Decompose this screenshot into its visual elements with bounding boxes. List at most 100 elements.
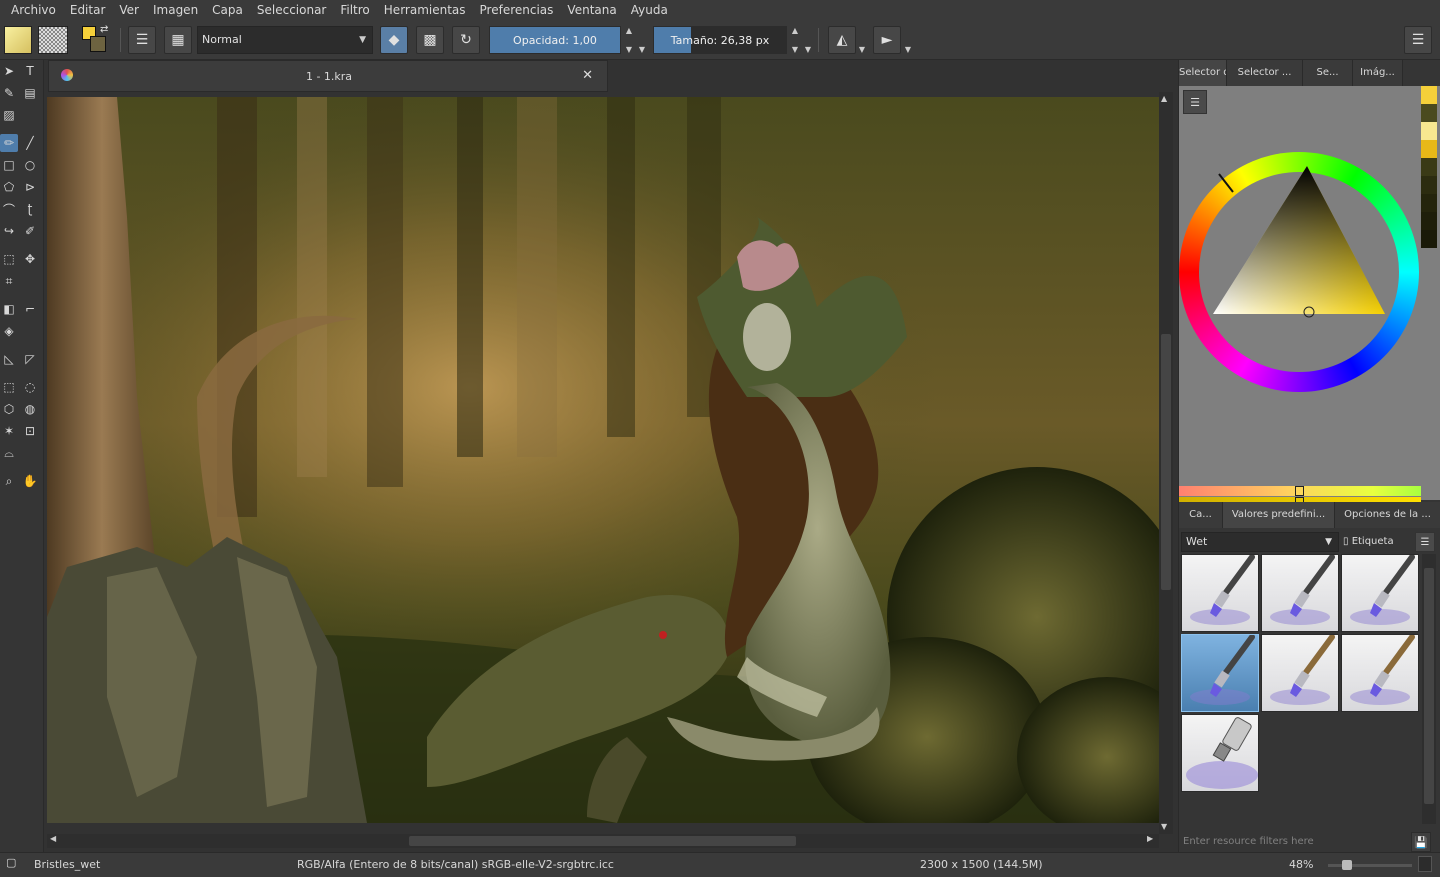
brush-preset-tile[interactable]	[1181, 634, 1259, 712]
hue-slider[interactable]	[1179, 486, 1421, 496]
history-swatch[interactable]	[1421, 158, 1437, 176]
close-document-icon[interactable]: ✕	[582, 68, 593, 83]
select-shapes-tool-icon[interactable]: ➤	[0, 62, 18, 80]
history-swatch[interactable]	[1421, 140, 1437, 158]
tag-button[interactable]: ▯ Etiqueta	[1343, 532, 1394, 552]
hue-ring[interactable]	[1179, 152, 1419, 392]
history-swatch[interactable]	[1421, 212, 1437, 230]
move-tool-icon[interactable]: ✥	[21, 250, 39, 268]
blend-mode-select[interactable]: Normal ▼	[197, 26, 373, 54]
horizontal-scroll-thumb[interactable]	[409, 836, 796, 846]
preset-view-menu-icon[interactable]: ☰	[1415, 532, 1435, 552]
assistant-tool-icon[interactable]: ◸	[21, 350, 39, 368]
menu-item-0[interactable]: Archivo	[4, 0, 63, 20]
menu-item-2[interactable]: Ver	[112, 0, 146, 20]
line-tool-icon[interactable]: ╱	[21, 134, 39, 152]
zoom-tool-icon[interactable]: ⌕	[0, 472, 18, 490]
canvas-vertical-scrollbar[interactable]: ▲ ▼	[1159, 92, 1173, 834]
tab-advanced-color-selector[interactable]: Selector d...	[1179, 60, 1227, 86]
freehand-select-tool-icon[interactable]: ◍	[21, 400, 39, 418]
menu-item-7[interactable]: Herramientas	[377, 0, 473, 20]
polygon-select-tool-icon[interactable]: ⬡	[0, 400, 18, 418]
similar-select-tool-icon[interactable]: ⊡	[21, 422, 39, 440]
gradient-tool-icon[interactable]: ◧	[0, 300, 18, 318]
reload-preset-icon[interactable]: ↻	[452, 26, 480, 54]
mirror-v-dropdown-icon[interactable]: ▼	[902, 26, 914, 54]
opacity-spinner[interactable]: ▲ ▼	[623, 26, 635, 54]
brush-preset-tile[interactable]	[1181, 714, 1259, 792]
tab-tool-options[interactable]: Opciones de la ...	[1335, 502, 1440, 528]
eraser-mode-icon[interactable]: ◆	[380, 26, 408, 54]
polygon-tool-icon[interactable]: ⬠	[0, 178, 18, 196]
canvas[interactable]	[47, 97, 1159, 823]
bezier-select-tool-icon[interactable]: ⌓	[0, 444, 18, 462]
history-swatch[interactable]	[1421, 230, 1437, 248]
menu-item-6[interactable]: Filtro	[333, 0, 376, 20]
scroll-up-icon[interactable]: ▲	[1161, 94, 1167, 103]
brush-preset-tile[interactable]	[1181, 554, 1259, 632]
pan-tool-icon[interactable]: ✋	[21, 472, 39, 490]
menu-item-8[interactable]: Preferencias	[473, 0, 561, 20]
preset-scroll-thumb[interactable]	[1424, 568, 1434, 804]
brush-preset-tile[interactable]	[1341, 554, 1419, 632]
hue-slider-handle[interactable]	[1295, 486, 1304, 496]
brush-presets-icon[interactable]: ▦	[164, 26, 192, 54]
save-icon[interactable]: 💾	[1411, 832, 1431, 852]
zoom-slider[interactable]	[1328, 860, 1412, 870]
tab-palette[interactable]: Se...	[1303, 60, 1353, 86]
menu-item-5[interactable]: Seleccionar	[250, 0, 333, 20]
tab-reference-images[interactable]: Imág...	[1353, 60, 1403, 86]
contiguous-select-tool-icon[interactable]: ✶	[0, 422, 18, 440]
resource-filter-input[interactable]: Enter resource filters here	[1181, 832, 1407, 852]
menu-item-4[interactable]: Capa	[205, 0, 250, 20]
freehand-path-tool-icon[interactable]: ʈ	[21, 200, 39, 218]
menu-item-10[interactable]: Ayuda	[624, 0, 675, 20]
pattern-swatch[interactable]	[38, 26, 68, 54]
gradient-swatch[interactable]	[4, 26, 32, 54]
document-tab[interactable]: 1 - 1.kra ✕	[48, 60, 608, 92]
brush-preset-tile[interactable]	[1261, 554, 1339, 632]
background-color[interactable]	[90, 36, 106, 52]
fill-tool-icon[interactable]: ◈	[0, 322, 18, 340]
edit-brush-settings-icon[interactable]: ☰	[128, 26, 156, 54]
transform-tool-icon[interactable]: ⬚	[0, 250, 18, 268]
preset-scrollbar[interactable]	[1422, 554, 1436, 824]
vertical-scroll-thumb[interactable]	[1161, 334, 1171, 590]
history-swatch[interactable]	[1421, 104, 1437, 122]
docker-menu-icon[interactable]: ☰	[1404, 26, 1432, 54]
freehand-brush-tool-icon[interactable]: ✏	[0, 134, 18, 152]
brush-preset-tile[interactable]	[1261, 634, 1339, 712]
canvas-only-toggle-icon[interactable]	[1418, 856, 1432, 872]
multibrush-tool-icon[interactable]: ✐	[21, 222, 39, 240]
status-color-space[interactable]: RGB/Alfa (Entero de 8 bits/canal) sRGB-e…	[297, 858, 614, 871]
measure-tool-icon[interactable]: ◺	[0, 350, 18, 368]
ellipse-tool-icon[interactable]: ○	[21, 156, 39, 174]
saturation-value-triangle[interactable]	[1179, 152, 1419, 392]
history-swatch[interactable]	[1421, 86, 1437, 104]
mirror-vertical-icon[interactable]: ►	[873, 26, 901, 54]
scroll-down-icon[interactable]: ▼	[1161, 822, 1167, 831]
menu-item-3[interactable]: Imagen	[146, 0, 205, 20]
ellipse-select-tool-icon[interactable]: ◌	[21, 378, 39, 396]
dynamic-brush-tool-icon[interactable]: ↪	[0, 222, 18, 240]
rect-select-tool-icon[interactable]: ⬚	[0, 378, 18, 396]
color-picker-tool-icon[interactable]: ⌐	[21, 300, 39, 318]
size-spinner[interactable]: ▲ ▼	[789, 26, 801, 54]
rectangle-tool-icon[interactable]: □	[0, 156, 18, 174]
opacity-dropdown-icon[interactable]: ▼	[636, 26, 648, 54]
bezier-tool-icon[interactable]: ⌒	[0, 200, 18, 218]
zoom-slider-knob[interactable]	[1342, 860, 1352, 870]
tab-specific-color-selector[interactable]: Selector ...	[1227, 60, 1303, 86]
history-swatch[interactable]	[1421, 122, 1437, 140]
fg-bg-color-selector[interactable]: ⇄	[82, 24, 112, 54]
tab-layers[interactable]: Ca...	[1179, 502, 1223, 528]
preset-tag-select[interactable]: Wet ▼	[1181, 532, 1339, 552]
opacity-slider[interactable]: Opacidad: 1,00	[489, 26, 621, 54]
selector-settings-icon[interactable]: ☰	[1183, 90, 1207, 114]
tab-brush-presets[interactable]: Valores predefini...	[1223, 502, 1335, 528]
text-tool-icon[interactable]: T	[21, 62, 39, 80]
scroll-left-icon[interactable]: ◀	[50, 834, 56, 843]
canvas-horizontal-scrollbar[interactable]: ◀ ▶	[47, 834, 1159, 848]
menu-item-9[interactable]: Ventana	[560, 0, 623, 20]
swap-colors-icon[interactable]: ⇄	[100, 24, 108, 35]
